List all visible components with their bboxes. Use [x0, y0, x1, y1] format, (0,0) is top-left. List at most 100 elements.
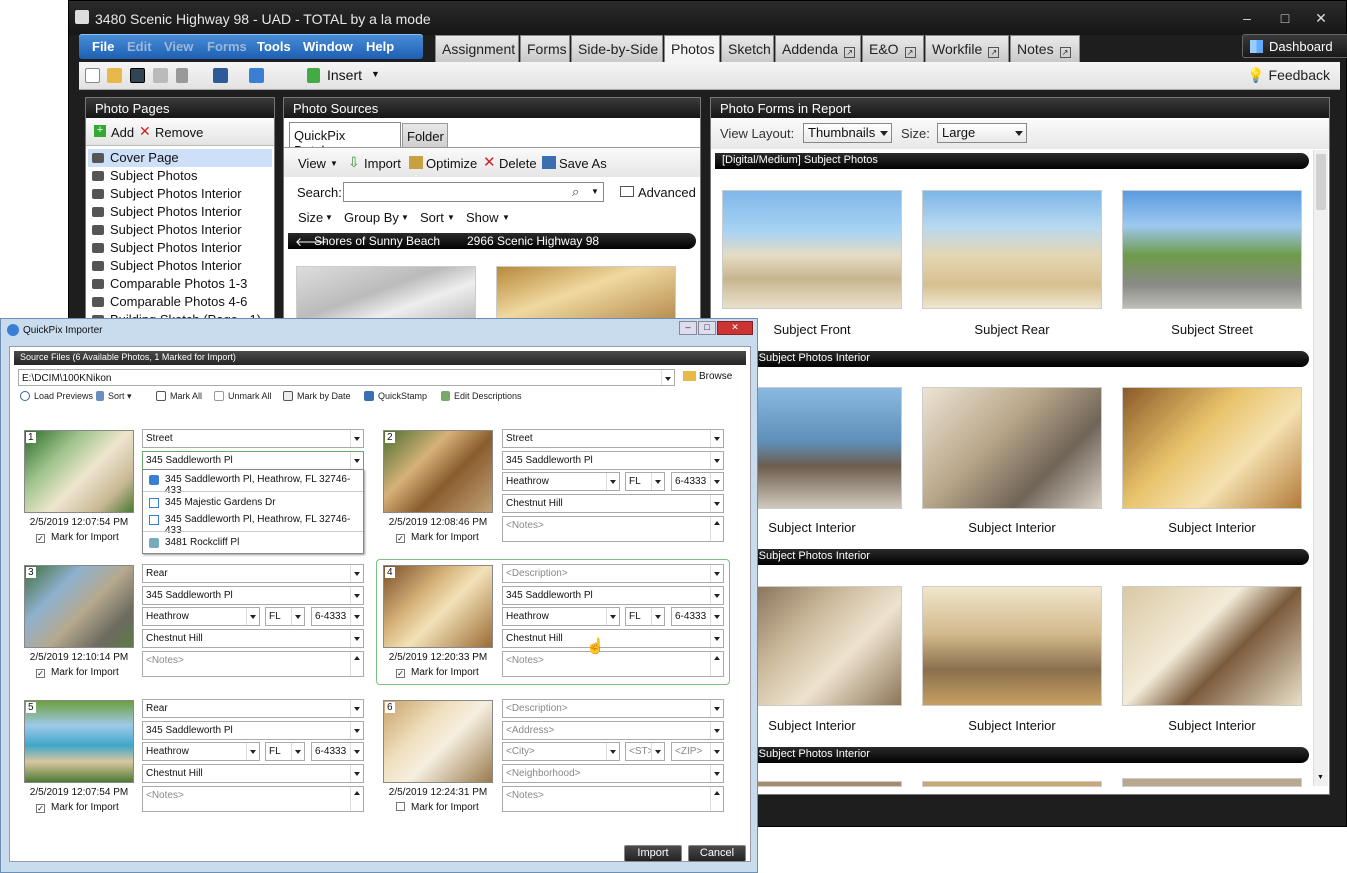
notes-field[interactable]: <Notes>: [142, 651, 364, 677]
mark-for-import-checkbox[interactable]: ✓ Mark for Import: [396, 667, 479, 678]
sort-button[interactable]: Sort ▾: [96, 391, 132, 402]
subject-front-photo[interactable]: [722, 190, 902, 309]
address-select[interactable]: <Address>: [502, 721, 724, 740]
delete-button[interactable]: Delete: [499, 156, 537, 171]
notes-field[interactable]: <Notes>: [142, 786, 364, 812]
show-filter[interactable]: Show: [466, 210, 499, 225]
zip-select[interactable]: 6-4333: [671, 472, 724, 491]
tab-quickpix-database[interactable]: QuickPix Database: [289, 122, 401, 158]
city-select[interactable]: <City>: [502, 742, 620, 761]
load-previews-button[interactable]: Load Previews: [20, 391, 93, 401]
view-menu[interactable]: View: [298, 156, 326, 171]
mark-by-date-button[interactable]: Mark by Date: [283, 391, 351, 401]
add-button[interactable]: Add: [111, 125, 134, 140]
import-button[interactable]: Import: [624, 845, 682, 862]
zip-select[interactable]: 6-4333: [311, 742, 364, 761]
scroll-down-icon[interactable]: ▼: [1317, 774, 1324, 781]
minimize-icon[interactable]: –: [1237, 9, 1257, 27]
address-select[interactable]: 345 Saddleworth Pl: [142, 586, 364, 605]
mark-for-import-checkbox[interactable]: ✓ Mark for Import: [36, 532, 119, 543]
menu-help[interactable]: Help: [366, 39, 394, 54]
photo-page-item[interactable]: Subject Photos: [88, 167, 272, 185]
neighborhood-select[interactable]: Chestnut Hill: [502, 629, 724, 648]
tab-photos[interactable]: Photos: [664, 35, 720, 63]
close-icon[interactable]: ✕: [717, 321, 753, 335]
tab-sketch[interactable]: Sketch: [721, 35, 774, 62]
subject-street-photo[interactable]: [1122, 190, 1302, 309]
state-select[interactable]: FL: [625, 607, 665, 626]
description-select[interactable]: Street: [142, 429, 364, 448]
photo-preview[interactable]: 6: [383, 700, 493, 783]
menu-file[interactable]: File: [92, 39, 114, 54]
notes-field[interactable]: <Notes>: [502, 651, 724, 677]
address-select[interactable]: 345 Saddleworth Pl: [502, 586, 724, 605]
edit-descriptions-button[interactable]: Edit Descriptions: [441, 391, 522, 401]
state-select[interactable]: FL: [625, 472, 665, 491]
photo-preview[interactable]: 3: [24, 565, 134, 648]
maximize-icon[interactable]: □: [698, 321, 716, 335]
dropdown-option[interactable]: 345 Majestic Gardens Dr: [143, 495, 363, 512]
neighborhood-select[interactable]: Chestnut Hill: [142, 629, 364, 648]
save-as-button[interactable]: Save As: [559, 156, 607, 171]
menu-edit[interactable]: Edit: [127, 39, 152, 54]
size-filter[interactable]: Size: [298, 210, 323, 225]
address-select[interactable]: 345 Saddleworth Pl: [502, 451, 724, 470]
tab-side-by-side[interactable]: Side-by-Side: [571, 35, 663, 62]
notes-field[interactable]: <Notes>: [502, 516, 724, 542]
search-input[interactable]: ⌕ ▼: [343, 182, 604, 202]
city-select[interactable]: Heathrow: [142, 742, 260, 761]
menu-forms[interactable]: Forms: [207, 39, 247, 54]
insert-button[interactable]: Insert: [327, 67, 362, 83]
maximize-icon[interactable]: □: [1275, 9, 1295, 27]
quickstamp-button[interactable]: QuickStamp: [364, 391, 427, 401]
share-icon[interactable]: [249, 68, 264, 83]
interior-photo[interactable]: [922, 586, 1102, 706]
interior-photo[interactable]: [1122, 586, 1302, 706]
zip-select[interactable]: <ZIP>: [671, 742, 724, 761]
print-icon[interactable]: [153, 68, 168, 83]
tab-eando[interactable]: E&O ↗: [862, 35, 924, 62]
tab-workfile[interactable]: Workfile ↗: [925, 35, 1009, 62]
dashboard-button[interactable]: Dashboard: [1242, 34, 1347, 58]
subject-rear-photo[interactable]: [922, 190, 1102, 309]
zip-select[interactable]: 6-4333: [671, 607, 724, 626]
tab-forms[interactable]: Forms: [520, 35, 570, 62]
notes-field[interactable]: <Notes>: [502, 786, 724, 812]
scrollbar-thumb[interactable]: [1316, 154, 1326, 210]
minimize-icon[interactable]: –: [679, 321, 697, 335]
tab-addenda[interactable]: Addenda ↗: [775, 35, 861, 62]
tab-notes[interactable]: Notes ↗: [1010, 35, 1080, 62]
address-select[interactable]: 345 Saddleworth Pl: [142, 721, 364, 740]
city-select[interactable]: Heathrow: [502, 607, 620, 626]
description-select[interactable]: Rear: [142, 564, 364, 583]
mark-for-import-checkbox[interactable]: ✓ Mark for Import: [396, 532, 479, 543]
interior-photo[interactable]: [922, 387, 1102, 509]
add-icon[interactable]: +: [94, 125, 106, 137]
description-select[interactable]: <Description>: [502, 699, 724, 718]
advanced-button[interactable]: Advanced: [638, 185, 696, 200]
photo-page-item[interactable]: Cover Page: [88, 149, 272, 167]
remove-icon[interactable]: ✕: [139, 123, 151, 140]
insert-icon[interactable]: [307, 68, 320, 83]
zip-select[interactable]: 6-4333: [311, 607, 364, 626]
dropdown-option[interactable]: 3481 Rockcliff Pl: [143, 535, 363, 552]
photo-preview[interactable]: 5: [24, 700, 134, 783]
dropdown-option[interactable]: 345 Saddleworth Pl, Heathrow, FL 32746-4…: [143, 512, 363, 536]
mark-for-import-checkbox[interactable]: ✓ Mark for Import: [36, 802, 119, 813]
photo-page-item[interactable]: Subject Photos Interior: [88, 257, 272, 275]
save-icon[interactable]: [130, 68, 145, 83]
import-button[interactable]: Import: [364, 156, 401, 171]
optimize-button[interactable]: Optimize: [426, 156, 477, 171]
remove-button[interactable]: Remove: [155, 125, 203, 140]
group-header[interactable]: 🡐 Shores of Sunny Beach 2966 Scenic High…: [288, 233, 696, 249]
photo-preview[interactable]: 2: [383, 430, 493, 513]
state-select[interactable]: FL: [265, 742, 305, 761]
mark-for-import-checkbox[interactable]: Mark for Import: [396, 802, 479, 813]
view-layout-select[interactable]: Thumbnails: [803, 123, 892, 143]
photo-page-item[interactable]: Comparable Photos 1-3: [88, 275, 272, 293]
browse-button[interactable]: Browse: [699, 371, 732, 382]
menu-window[interactable]: Window: [303, 39, 353, 54]
mark-for-import-checkbox[interactable]: ✓ Mark for Import: [36, 667, 119, 678]
photo-preview[interactable]: 4: [383, 565, 493, 648]
dropdown-option[interactable]: 345 Saddleworth Pl, Heathrow, FL 32746-4…: [143, 472, 363, 496]
